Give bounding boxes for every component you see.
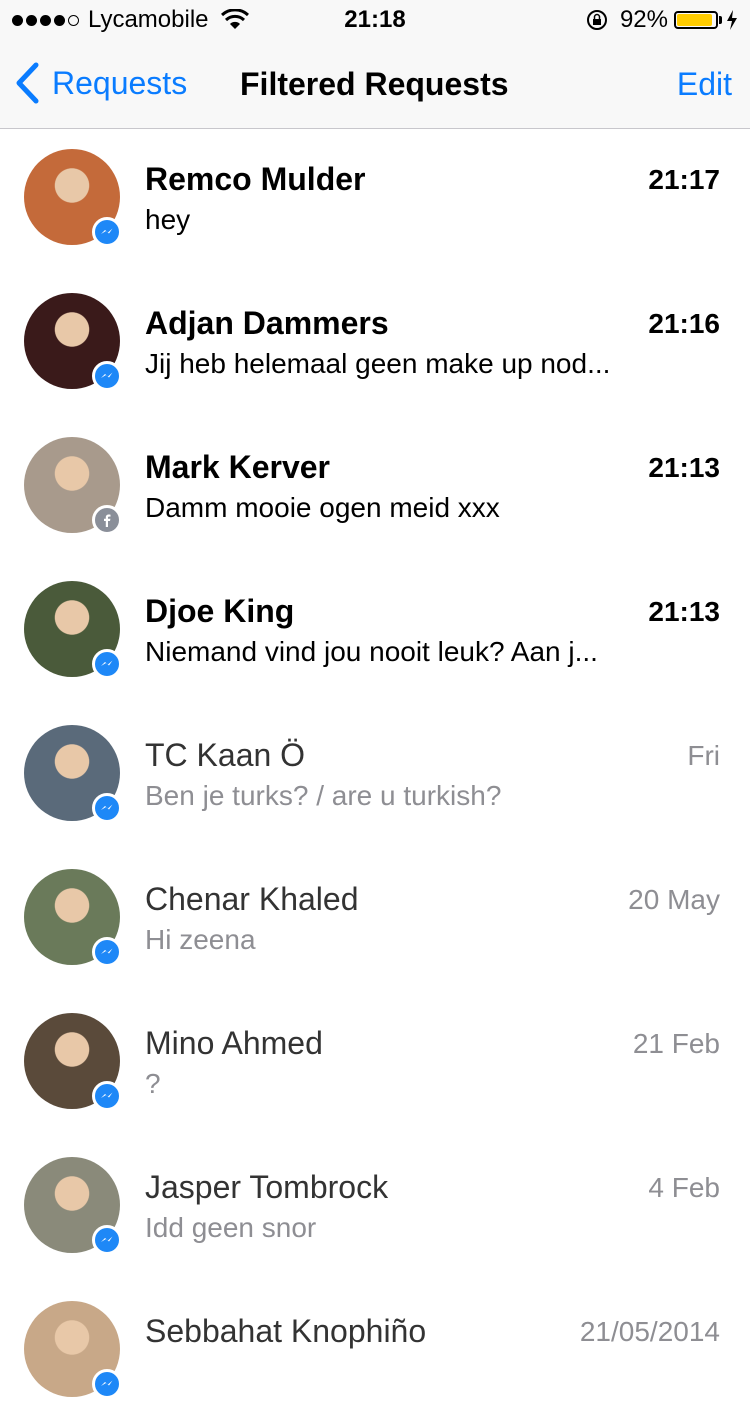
- battery-icon: [674, 11, 718, 29]
- message-time: 21:13: [648, 596, 720, 627]
- messenger-icon: [92, 361, 122, 391]
- message-preview: Jij heb helemaal geen make up nod...: [145, 348, 611, 379]
- message-time: 21:17: [648, 164, 720, 195]
- message-preview: ?: [145, 1068, 161, 1099]
- orientation-lock-icon: [586, 10, 607, 30]
- conversation-row[interactable]: Adjan Dammers Jij heb helemaal geen make …: [0, 273, 750, 417]
- contact-name: Jasper Tombrock: [145, 1169, 389, 1205]
- conversation-row[interactable]: Mark Kerver Damm mooie ogen meid xxx 21:13: [0, 417, 750, 561]
- message-time: 21:16: [648, 308, 720, 339]
- contact-name: Chenar Khaled: [145, 881, 359, 917]
- contact-name: Mino Ahmed: [145, 1025, 323, 1061]
- edit-button[interactable]: Edit: [677, 66, 732, 103]
- messenger-icon: [92, 793, 122, 823]
- message-preview: Idd geen snor: [145, 1212, 317, 1243]
- contact-name: Adjan Dammers: [145, 305, 389, 341]
- contact-name: Sebbahat Knophiño: [145, 1313, 427, 1349]
- navigation-bar: Requests Filtered Requests Edit: [0, 40, 750, 129]
- conversation-row[interactable]: Remco Mulder hey 21:17: [0, 129, 750, 273]
- page-title: Filtered Requests: [240, 66, 509, 102]
- contact-name: TC Kaan Ö: [145, 737, 306, 773]
- message-preview: Damm mooie ogen meid xxx: [145, 492, 500, 523]
- status-bar: Lycamobile 21:18 92%: [0, 0, 750, 40]
- message-preview: Niemand vind jou nooit leuk? Aan j...: [145, 636, 598, 667]
- conversation-row[interactable]: Mino Ahmed? 21 Feb: [0, 993, 750, 1137]
- message-preview: hey: [145, 204, 191, 235]
- messenger-icon: [92, 1225, 122, 1255]
- messenger-icon: [92, 217, 122, 247]
- messenger-icon: [92, 1081, 122, 1111]
- back-button-label: Requests: [52, 64, 188, 101]
- chevron-left-icon: [16, 62, 39, 104]
- message-time: Fri: [687, 740, 720, 771]
- message-time: 21 Feb: [632, 1028, 720, 1059]
- contact-name: Remco Mulder: [145, 161, 366, 197]
- conversation-row[interactable]: Sebbahat Knophiño 21/05/2014: [0, 1281, 750, 1425]
- charging-bolt-icon: [727, 10, 737, 30]
- facebook-icon: [92, 505, 122, 535]
- message-time: 4 Feb: [648, 1172, 720, 1203]
- conversation-row[interactable]: Jasper Tombrock Idd geen snor 4 Feb: [0, 1137, 750, 1281]
- conversation-list: Remco Mulder hey 21:17 Adjan Dammers Jij heb…: [0, 129, 750, 1425]
- contact-name: Mark Kerver: [145, 449, 330, 485]
- message-time: 21:13: [648, 452, 720, 483]
- back-button[interactable]: Requests: [14, 62, 187, 104]
- message-time: 20 May: [628, 884, 720, 915]
- conversation-row[interactable]: Chenar Khaled Hi zeena 20 May: [0, 849, 750, 993]
- conversation-row[interactable]: Djoe King Niemand vind jou nooit leuk? Aa…: [0, 561, 750, 705]
- message-time: 21/05/2014: [579, 1316, 720, 1347]
- battery-cap: [719, 16, 722, 24]
- messenger-icon: [92, 937, 122, 967]
- messenger-icon: [92, 1369, 122, 1399]
- battery-percent: 92%: [619, 6, 668, 33]
- message-preview: Hi zeena: [145, 924, 256, 955]
- contact-name: Djoe King: [145, 593, 295, 629]
- messenger-icon: [92, 649, 122, 679]
- message-preview: Ben je turks? / are u turkish?: [145, 780, 502, 811]
- conversation-row[interactable]: TC Kaan Ö Ben je turks? / are u turkish? F…: [0, 705, 750, 849]
- battery-fill: [677, 14, 712, 26]
